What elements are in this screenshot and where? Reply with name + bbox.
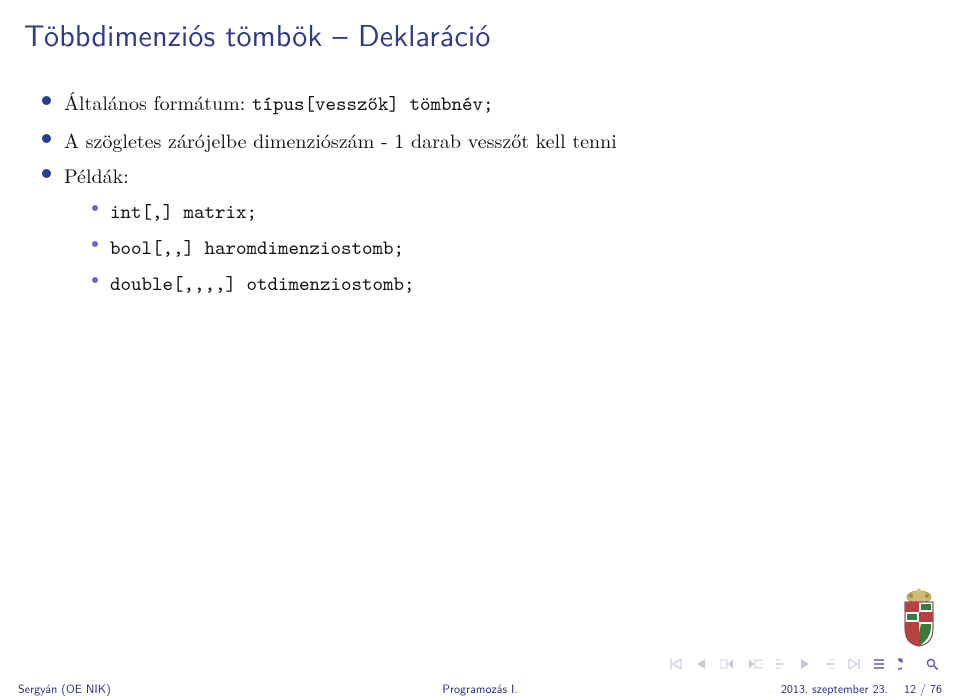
nav-section-prev-icon[interactable] xyxy=(776,659,786,669)
bullet-text: Általános formátum: xyxy=(64,87,252,116)
nav-next-slide-icon[interactable] xyxy=(748,659,762,669)
sub-bullet-list: int[,] matrix; bool[,,] haromdimenziosto… xyxy=(92,194,936,300)
nav-next-icon[interactable] xyxy=(800,659,810,669)
sub-bullet-item: double[,,,,] otdimenziostomb; xyxy=(92,266,936,300)
footer-author: Sergyán (OE NIK) xyxy=(0,676,320,700)
footer: Sergyán (OE NIK) Programozás I. 2013. sz… xyxy=(0,676,960,700)
nav-back-icon[interactable] xyxy=(898,658,912,670)
slide-title: Többdimenziós tömbök – Deklaráció xyxy=(0,0,960,62)
footer-date: 2013. szeptember 23. xyxy=(781,679,888,697)
bullet-text: A szögletes zárójelbe dimenziószám - 1 d… xyxy=(64,125,617,154)
crest-logo xyxy=(896,588,942,648)
sub-bullet-item: int[,] matrix; xyxy=(92,194,936,228)
slide: Többdimenziós tömbök – Deklaráció Általá… xyxy=(0,0,960,700)
bullet-text: Példák: xyxy=(64,160,129,189)
sub-bullet-item: bool[,,] haromdimenziostomb; xyxy=(92,230,936,264)
nav-last-icon[interactable] xyxy=(848,659,860,669)
bullet-list: Általános formátum: típus[vesszők] tömbn… xyxy=(42,86,936,300)
slide-content: Általános formátum: típus[vesszők] tömbn… xyxy=(0,62,960,300)
code-text: bool[,,] haromdimenziostomb; xyxy=(110,235,404,261)
bullet-item: Általános formátum: típus[vesszők] tömbn… xyxy=(42,86,936,120)
code-text: double[,,,,] otdimenziostomb; xyxy=(110,271,415,297)
nav-search-icon[interactable] xyxy=(926,658,938,670)
bullet-item: Példák: int[,] matrix; bool[,,] haromdim… xyxy=(42,159,936,300)
nav-menu-icon[interactable] xyxy=(874,659,884,669)
code-text: int[,] matrix; xyxy=(110,199,257,225)
nav-controls xyxy=(670,658,938,670)
nav-prev-slide-icon[interactable] xyxy=(720,659,734,669)
nav-prev-icon[interactable] xyxy=(696,659,706,669)
nav-section-next-icon[interactable] xyxy=(824,659,834,669)
code-text: típus[vesszők] tömbnév; xyxy=(252,91,494,117)
bullet-item: A szögletes zárójelbe dimenziószám - 1 d… xyxy=(42,124,936,155)
nav-first-icon[interactable] xyxy=(670,659,682,669)
footer-title: Programozás I. xyxy=(320,676,640,700)
footer-page: 12 / 76 xyxy=(904,679,942,697)
